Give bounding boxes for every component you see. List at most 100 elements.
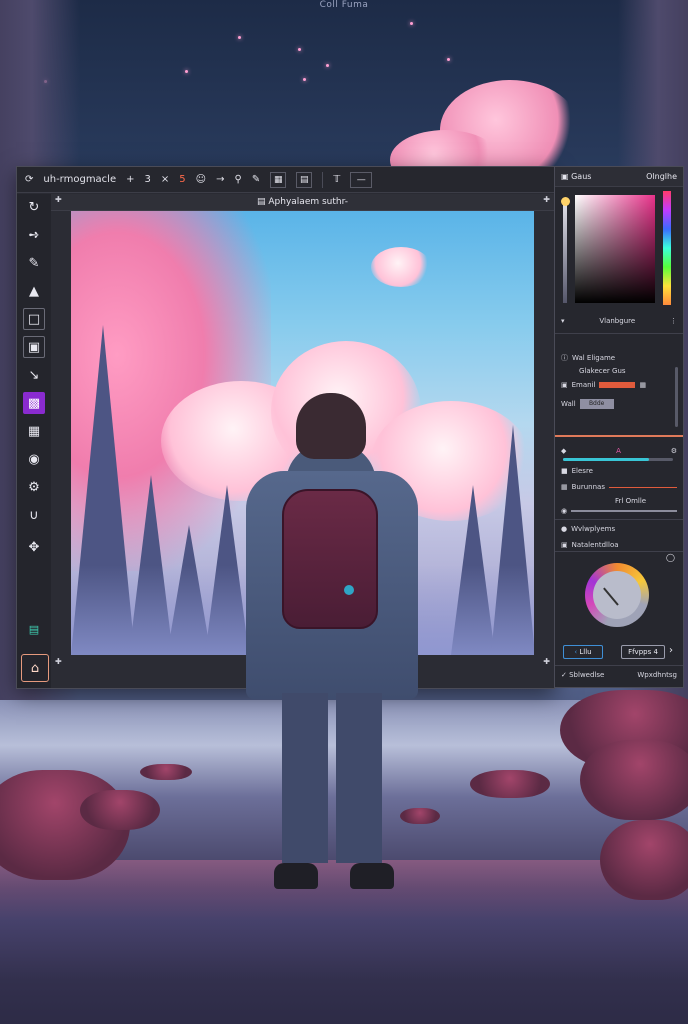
panel-tab-left[interactable]: ▣ Gaus — [561, 172, 591, 181]
divider — [555, 551, 683, 552]
section2-slider[interactable] — [563, 458, 673, 461]
lasso-icon[interactable]: ↻ — [23, 196, 45, 218]
layers-icon[interactable]: ▩ — [23, 392, 45, 414]
row-icon: ■ — [561, 467, 568, 475]
add-button[interactable]: + — [126, 174, 134, 185]
section2-row4: Wvlwplyems — [571, 525, 616, 533]
section2-slider-row[interactable]: ◉ — [555, 507, 683, 515]
color-wheel[interactable] — [585, 563, 649, 627]
diamond-icon[interactable]: ◆ — [561, 447, 566, 455]
person — [246, 393, 418, 913]
bucket-icon[interactable]: ➺ — [23, 224, 45, 246]
close-button[interactable]: × — [161, 174, 169, 185]
check-icon: ✓ — [561, 671, 567, 679]
legs — [282, 693, 382, 863]
divider — [555, 333, 683, 334]
more-icon[interactable]: ⋮ — [670, 317, 677, 325]
panel-tab-right[interactable]: Olnglhe — [646, 172, 677, 181]
right-panel: ▣ Gaus Olnglhe ▾ Vlanbgure ⋮ ⓘ Wal Eliga… — [554, 166, 684, 688]
transform-icon[interactable]: ✥ — [23, 536, 45, 558]
grid-tool-icon[interactable]: ▦ — [23, 420, 45, 442]
section1-slider-row[interactable]: Wall Bdde — [555, 399, 683, 409]
color-wheel-hand[interactable] — [603, 587, 619, 606]
value-box[interactable]: Bdde — [579, 399, 614, 409]
eye-small-icon[interactable]: ◉ — [561, 507, 567, 515]
section2-label: A — [616, 447, 621, 455]
section1-title: Wal Eligame — [572, 354, 616, 362]
row-icon: ▦ — [561, 483, 568, 491]
slider-fill — [563, 458, 649, 461]
settings-icon[interactable]: ⚙ — [671, 447, 677, 455]
color-picker-field[interactable] — [575, 195, 655, 303]
footer-left-label[interactable]: ✓ Sblwedlse — [561, 671, 604, 679]
wand-icon[interactable]: ↘ — [23, 364, 45, 386]
hair — [296, 393, 366, 459]
rock — [470, 770, 550, 798]
row-icon: ● — [561, 525, 568, 533]
color-square-icon: ▣ — [561, 172, 569, 181]
search-icon[interactable]: ⚲ — [234, 174, 241, 185]
ruler-icon[interactable]: — — [350, 171, 373, 188]
gear-icon[interactable]: ⚙ — [23, 476, 45, 498]
corner-marker: ✚ — [55, 657, 62, 666]
arrow-down-icon[interactable]: ▾ — [561, 317, 565, 325]
square-icon: ▣ — [561, 381, 568, 389]
footer-right-button[interactable]: Ffvpps 4 — [621, 645, 665, 659]
document-title: Aphyalaem suthr- — [268, 197, 348, 207]
shoe-right — [350, 863, 394, 889]
footer-left-button[interactable]: ‹ Lllu — [563, 645, 603, 659]
alpha-slider[interactable] — [563, 203, 567, 303]
section2-row[interactable]: ▣ Natalentdlloa — [555, 541, 683, 549]
section2-header: ◆ A ⚙ — [555, 447, 683, 455]
section1-color-row[interactable]: ▣ Emanil ▦ — [555, 381, 683, 389]
document-tab[interactable]: ▤ Aphyalaem suthr- — [51, 194, 554, 211]
text-icon[interactable]: 𝕋 — [333, 174, 340, 185]
redo-icon[interactable]: → — [216, 174, 224, 185]
hue-slider[interactable] — [663, 191, 671, 305]
page-icon[interactable]: ▤ — [296, 171, 313, 188]
section2-row[interactable]: Frl Omlle — [555, 497, 683, 505]
app-menu-icon[interactable]: ⟳ — [25, 174, 33, 185]
opacity-slider[interactable] — [571, 510, 677, 512]
section1-row: Glakecer Gus — [555, 367, 683, 375]
eye-icon[interactable]: ◉ — [23, 448, 45, 470]
toolbar-divider — [322, 171, 324, 188]
corner-marker: ✚ — [543, 195, 550, 204]
divider — [555, 519, 683, 520]
corner-toggle-icon[interactable]: ◯ — [666, 553, 675, 562]
section1-row-label: Glakecer Gus — [579, 367, 626, 375]
section1-row3-label: Wall — [561, 400, 576, 408]
document-icon: ▤ — [257, 197, 266, 207]
section2-row5: Natalentdlloa — [571, 541, 619, 549]
section2-row2: Burunnas — [571, 483, 605, 491]
section2-row[interactable]: ● Wvlwplyems — [555, 525, 683, 533]
section1-color-label: Emanil — [571, 381, 596, 389]
swatch-icon[interactable]: ▦ — [639, 381, 646, 389]
section-accent — [555, 435, 683, 437]
magnet-icon[interactable]: ∪ — [23, 504, 45, 526]
app-name[interactable]: uh-rmogmacle — [43, 174, 116, 185]
stamp-icon[interactable]: ▲ — [23, 280, 45, 302]
color-swatch[interactable] — [599, 382, 636, 388]
divider — [555, 665, 683, 666]
emoji-icon[interactable]: ☺ — [196, 174, 206, 185]
row-icon: ▣ — [561, 541, 568, 549]
vertical-scrollbar[interactable] — [675, 367, 678, 427]
footer-right-label[interactable]: Wpxdhntsg — [637, 671, 677, 679]
crop-icon[interactable]: ▣ — [23, 336, 45, 358]
chevron-right-icon[interactable]: › — [669, 645, 673, 656]
frame-icon[interactable]: □ — [23, 308, 45, 330]
alpha-knob[interactable] — [561, 197, 570, 206]
section2-row1: Elesre — [571, 467, 593, 475]
corner-marker: ✚ — [543, 657, 550, 666]
home-icon[interactable]: ⌂ — [21, 654, 49, 682]
section2-row3: Frl Omlle — [615, 497, 647, 505]
section2-row[interactable]: ▦ Burunnas — [555, 483, 683, 491]
grid-icon[interactable]: ▦ — [270, 171, 287, 188]
panel-header: ▣ Gaus Olnglhe — [555, 167, 683, 187]
corner-marker: ✚ — [55, 195, 62, 204]
section2-row[interactable]: ■ Elesre — [555, 467, 683, 475]
waveform-icon[interactable]: ▤ — [23, 618, 45, 640]
brush-icon[interactable]: ✎ — [23, 252, 45, 274]
pen-icon[interactable]: ✎ — [252, 174, 260, 185]
